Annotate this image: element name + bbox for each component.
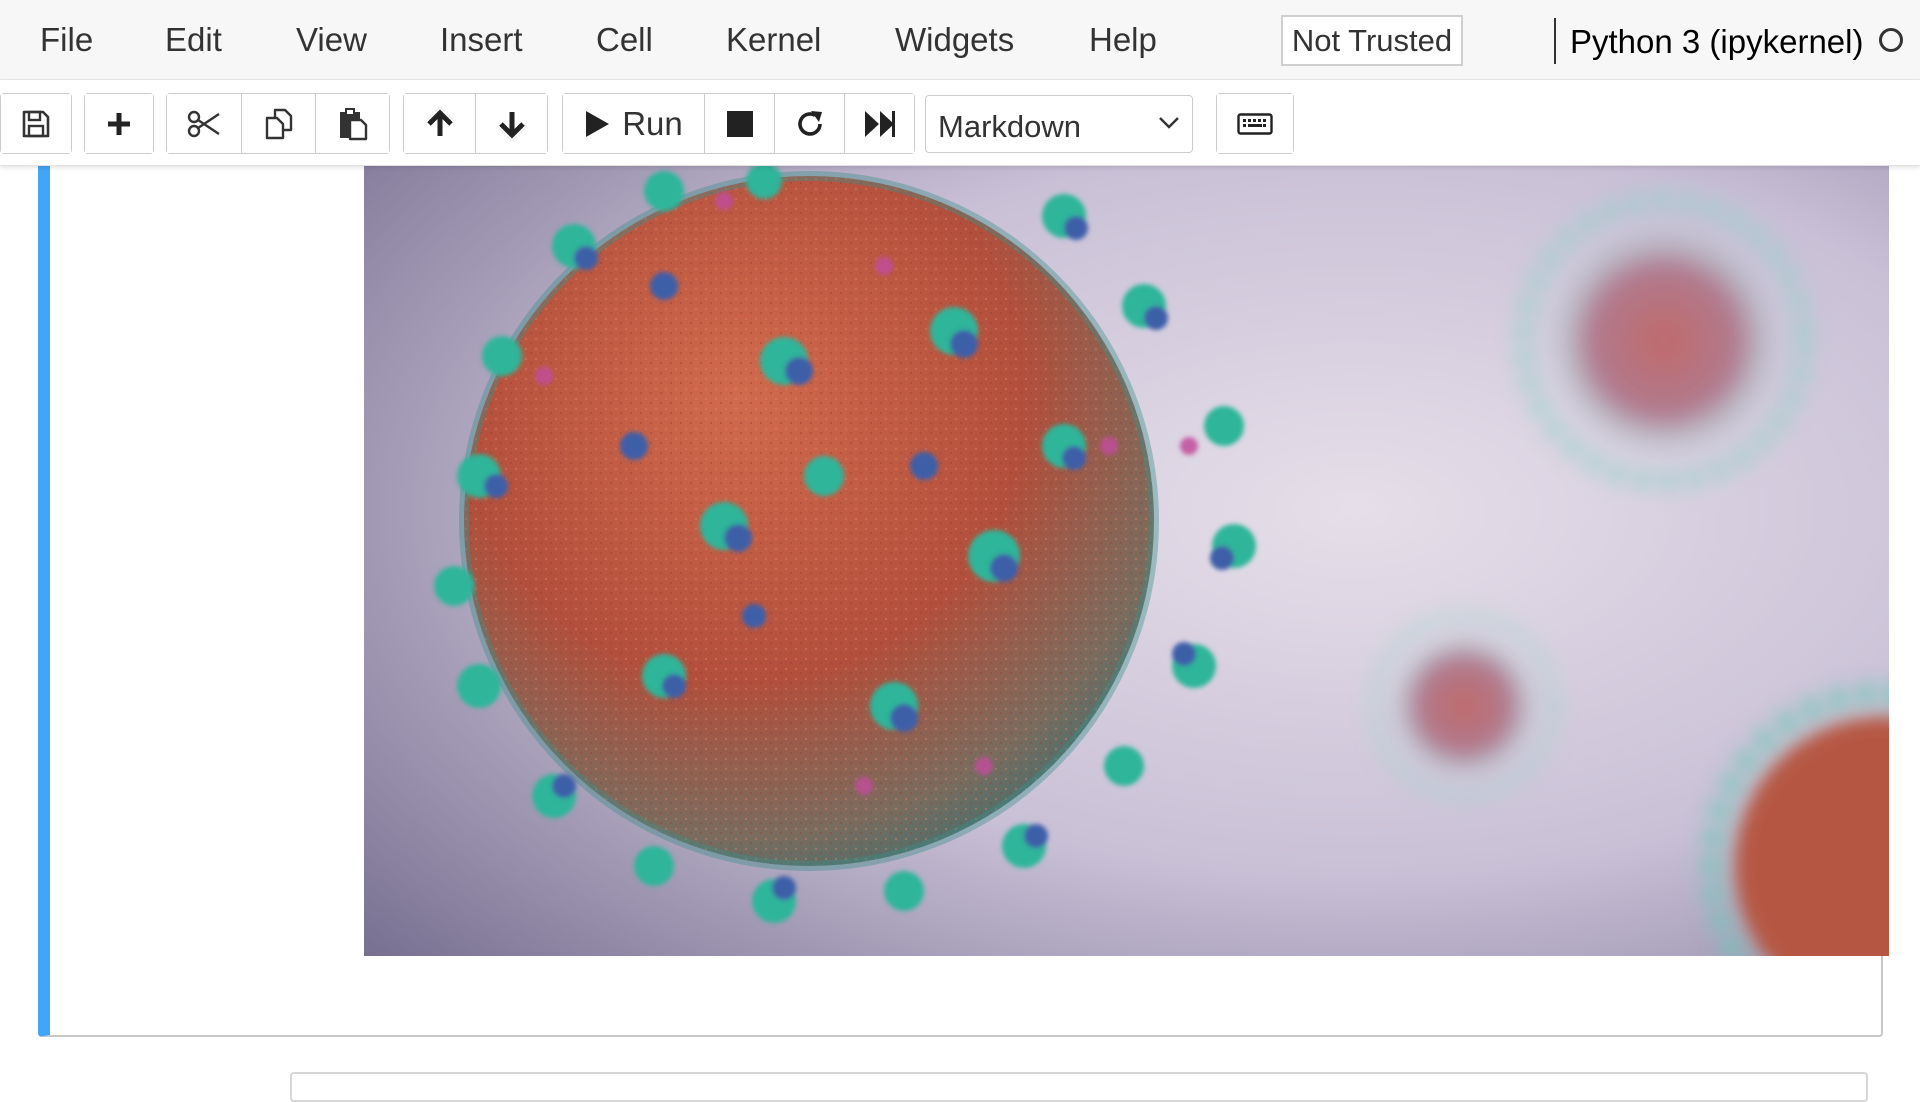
play-icon (586, 110, 610, 137)
run-group: Run (562, 93, 915, 154)
menu-cell[interactable]: Cell (596, 0, 653, 80)
coronavirus-image (364, 146, 1889, 956)
next-cell[interactable] (290, 1072, 1868, 1102)
arrow-down-icon (498, 111, 525, 139)
cell-type-value: Markdown (938, 109, 1081, 144)
copy-icon (265, 108, 292, 139)
copy-button[interactable] (242, 94, 316, 153)
save-button[interactable] (1, 94, 71, 153)
move-up-button[interactable] (404, 94, 476, 153)
coronavirus-illustration (364, 146, 1889, 956)
toolbar: Run Markdown (0, 80, 1920, 166)
fast-forward-icon (864, 110, 895, 137)
menu-help[interactable]: Help (1089, 0, 1157, 80)
kernel-divider (1554, 18, 1556, 64)
menu-insert[interactable]: Insert (440, 0, 523, 80)
refresh-icon (797, 110, 822, 136)
arrow-up-icon (426, 108, 453, 136)
menu-view[interactable]: View (296, 0, 367, 80)
menu-file[interactable]: File (40, 0, 93, 80)
save-group (0, 93, 72, 154)
keyboard-icon (1237, 112, 1273, 135)
move-down-button[interactable] (476, 94, 547, 153)
stop-icon (726, 110, 753, 137)
chevron-down-icon (1159, 117, 1179, 129)
cell-type-select[interactable]: Markdown (925, 95, 1193, 153)
selected-markdown-cell[interactable] (38, 146, 1889, 1037)
run-button[interactable]: Run (563, 94, 705, 153)
clipboard-group (166, 93, 390, 154)
scissors-icon (187, 110, 220, 137)
kernel-status-icon (1879, 28, 1903, 52)
menu-edit[interactable]: Edit (165, 0, 222, 80)
cut-button[interactable] (167, 94, 242, 153)
command-palette-group (1216, 93, 1294, 154)
menubar: File Edit View Insert Cell Kernel Widget… (0, 0, 1920, 80)
move-group (403, 93, 548, 154)
kernel-name[interactable]: Python 3 (ipykernel) (1570, 0, 1863, 80)
interrupt-button[interactable] (705, 94, 775, 153)
menu-widgets[interactable]: Widgets (895, 0, 1014, 80)
floppy-disk-icon (22, 110, 50, 137)
notebook-area (0, 146, 1920, 1102)
run-label: Run (622, 104, 683, 142)
command-palette-button[interactable] (1217, 94, 1293, 153)
paste-icon (339, 107, 367, 140)
restart-button[interactable] (775, 94, 845, 153)
menu-kernel[interactable]: Kernel (726, 0, 821, 80)
insert-group (84, 93, 154, 154)
plus-icon (108, 112, 130, 135)
insert-cell-button[interactable] (85, 94, 153, 153)
run-all-button[interactable] (845, 94, 914, 153)
not-trusted-badge[interactable]: Not Trusted (1281, 15, 1463, 66)
paste-button[interactable] (316, 94, 389, 153)
